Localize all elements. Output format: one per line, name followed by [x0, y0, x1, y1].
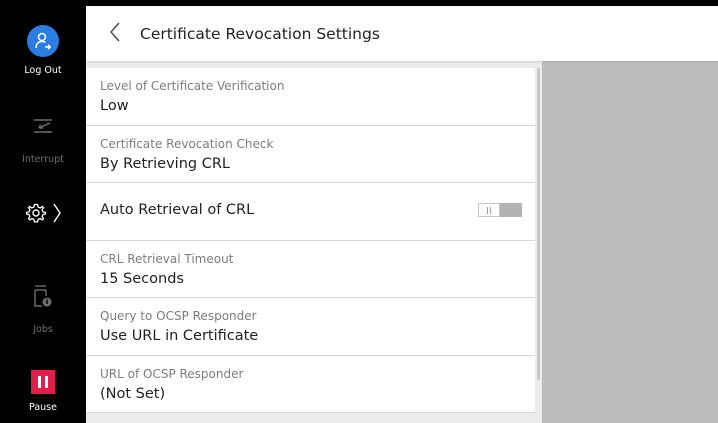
page-header: Certificate Revocation Settings — [86, 6, 718, 61]
interrupt-label: Interrupt — [22, 154, 64, 165]
interrupt-icon — [32, 118, 54, 140]
pause-button[interactable]: Pause — [0, 370, 86, 413]
setting-title: CRL Retrieval Timeout — [100, 251, 234, 266]
logout-label: Log Out — [24, 65, 62, 76]
interrupt-button[interactable]: Interrupt — [0, 118, 86, 165]
pause-icon — [31, 370, 55, 394]
settings-list: Level of Certificate Verification Low Ce… — [86, 68, 535, 413]
jobs-icon — [33, 284, 53, 312]
scrollbar[interactable] — [537, 68, 540, 380]
setting-title: URL of OCSP Responder — [100, 366, 244, 381]
setting-certificate-verification-level[interactable]: Level of Certificate Verification Low — [86, 68, 535, 126]
setting-crl-retrieval-timeout[interactable]: CRL Retrieval Timeout 15 Seconds — [86, 240, 535, 298]
toggle-track — [500, 203, 522, 217]
setting-ocsp-query[interactable]: Query to OCSP Responder Use URL in Certi… — [86, 298, 535, 356]
jobs-label: Jobs — [33, 324, 53, 335]
auto-retrieval-toggle[interactable] — [478, 203, 522, 217]
setting-auto-retrieval-crl[interactable]: Auto Retrieval of CRL — [86, 183, 535, 241]
setting-value: 15 Seconds — [100, 270, 184, 287]
chevron-right-icon — [53, 202, 61, 228]
back-button[interactable] — [86, 6, 126, 61]
page-title: Certificate Revocation Settings — [140, 24, 380, 43]
setting-title: Certificate Revocation Check — [100, 136, 274, 151]
setting-title: Level of Certificate Verification — [100, 79, 285, 93]
logout-button[interactable]: Log Out — [0, 25, 86, 76]
setting-ocsp-url[interactable]: URL of OCSP Responder (Not Set) — [86, 355, 535, 413]
setting-label: Auto Retrieval of CRL — [100, 202, 255, 218]
setting-title: Query to OCSP Responder — [100, 309, 257, 323]
pause-label: Pause — [29, 402, 57, 413]
setting-value: (Not Set) — [100, 385, 166, 402]
setting-value: Low — [100, 98, 129, 114]
gear-icon — [25, 202, 47, 228]
sidebar: Log Out Interrupt Jobs Pause — [0, 0, 86, 423]
setting-value: Use URL in Certificate — [100, 328, 259, 344]
setting-revocation-check[interactable]: Certificate Revocation Check By Retrievi… — [86, 125, 535, 183]
settings-menu-button[interactable] — [0, 202, 86, 228]
chevron-left-icon — [110, 22, 120, 46]
detail-panel — [542, 61, 718, 423]
setting-value: By Retrieving CRL — [100, 155, 230, 172]
toggle-knob — [478, 203, 500, 217]
jobs-button[interactable]: Jobs — [0, 284, 86, 335]
user-logout-icon — [27, 25, 59, 57]
